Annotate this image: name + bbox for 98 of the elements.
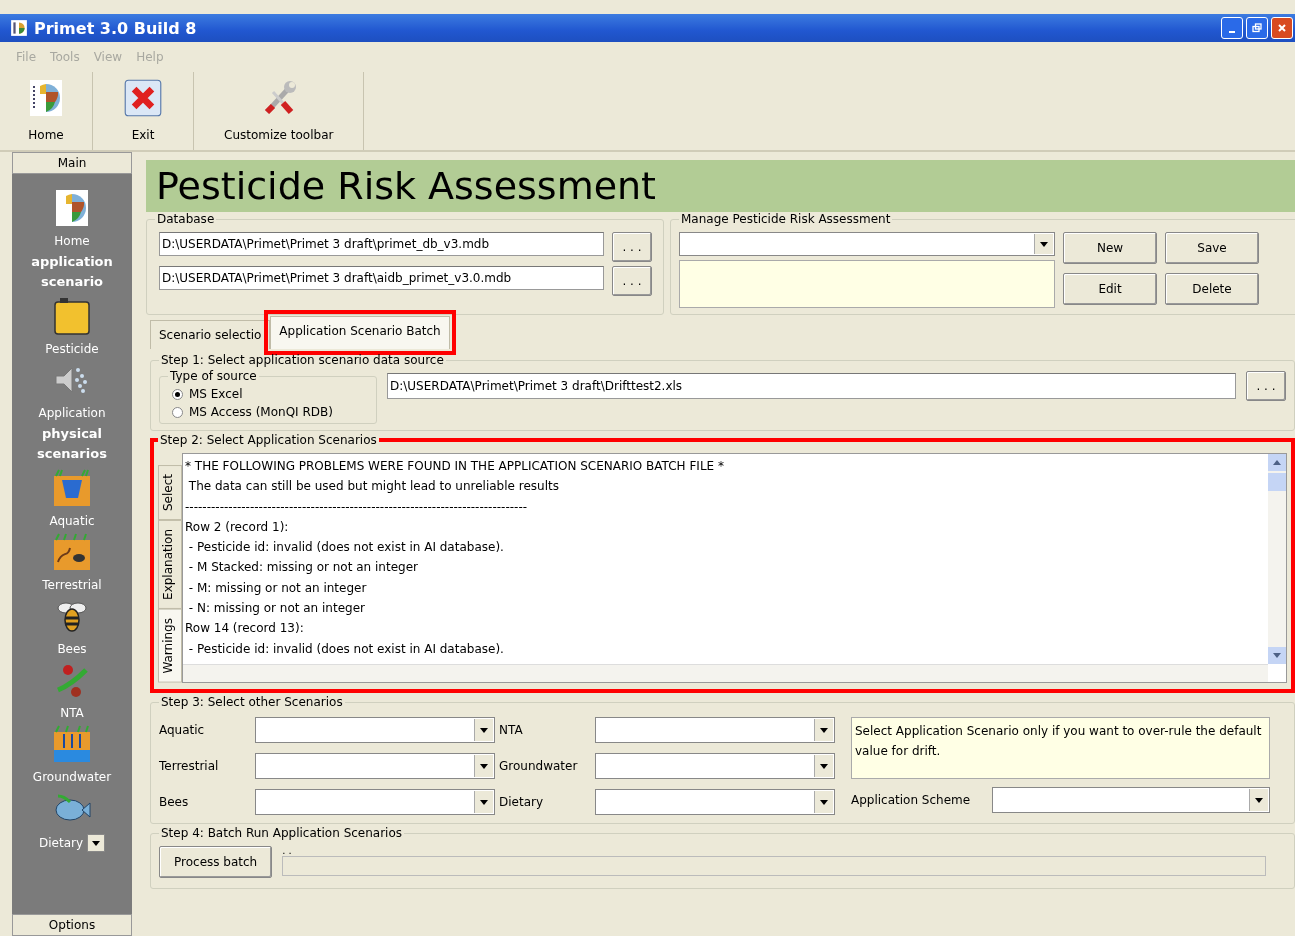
group-legend: Step 1: Select application scenario data source (159, 353, 446, 367)
caret-icon (480, 799, 488, 805)
browse-button[interactable]: . . . (612, 232, 652, 262)
scheme-dropdown[interactable] (992, 787, 1270, 813)
toolbar-button[interactable]: Home (0, 72, 93, 150)
field-label: Application Scheme (851, 793, 971, 807)
sidebar-item[interactable]: Dietary (38, 836, 84, 850)
group-legend: Step 3: Select other Scenarios (159, 695, 345, 709)
tab[interactable]: Scenario selectio (150, 320, 271, 349)
app-icon (10, 19, 28, 37)
log-line: Row 2 (record 1): (185, 518, 290, 536)
field-label: Aquatic (159, 723, 206, 737)
sidebar-item[interactable]: Aquatic (49, 514, 95, 528)
sidebar-footer[interactable]: Options (12, 914, 132, 936)
progress-caption: . . (282, 846, 293, 856)
field-label: Groundwater (499, 759, 579, 773)
scenario-dropdown[interactable] (595, 789, 835, 815)
log-line: - Pesticide id: invalid (does not exist in AI database). (187, 539, 505, 557)
field-label: Bees (159, 795, 190, 809)
window-title: Primet 3.0 Build 8 (34, 18, 198, 38)
close-button[interactable] (1271, 17, 1293, 39)
log-line: - M: missing or not an integer (187, 579, 368, 597)
sidebar-item[interactable]: Home (54, 234, 90, 248)
caret-icon (92, 840, 101, 846)
path-field[interactable]: D:\USERDATA\Primet\Primet 3 draft\primet_db_v3.mdb (159, 232, 604, 256)
minimize-button[interactable] (1221, 17, 1243, 39)
scroll-down-icon[interactable] (1268, 647, 1286, 664)
path-field[interactable]: D:\USERDATA\Primet\Primet 3 draft\aidb_primet_v3.0.mdb (159, 266, 604, 290)
dropdown-button[interactable] (87, 834, 106, 852)
radio-label: MS Excel (189, 387, 243, 401)
radio-button[interactable] (172, 406, 183, 418)
log-line: ------------------------------------------------------------------------------- (185, 498, 529, 516)
caret-icon (480, 763, 488, 769)
scenario-dropdown[interactable] (595, 717, 835, 743)
sidebar-item[interactable]: Groundwater (32, 770, 112, 784)
field-label: Terrestrial (159, 759, 220, 773)
log-line: - N: missing or not an integer (187, 600, 366, 618)
minimize-icon (1229, 31, 1235, 33)
sidebar-header[interactable]: Main (12, 152, 132, 174)
process-batch-button[interactable]: Process batch (159, 846, 273, 878)
vertical-scrollbar[interactable] (1268, 454, 1286, 664)
side-tab[interactable]: Select (158, 465, 182, 521)
side-tab[interactable]: Warnings (158, 609, 182, 683)
browse-button[interactable]: . . . (1246, 371, 1286, 401)
group-legend: Step 2: Select Application Scenarios (158, 433, 379, 447)
caret-icon (820, 727, 828, 733)
sidebar-heading: physical scenarios (36, 425, 108, 463)
action-button[interactable]: Save (1165, 232, 1259, 264)
sidebar-item[interactable]: NTA (60, 706, 84, 720)
log-line: The data can still be used but might lead to unreliable results (187, 478, 560, 496)
file-path-field[interactable]: D:\USERDATA\Primet\Primet 3 draft\Drifttest2.xls (387, 373, 1236, 399)
caret-icon (480, 727, 488, 733)
side-tab[interactable]: Explanation (158, 520, 182, 610)
close-icon (1277, 23, 1287, 33)
scenario-dropdown[interactable] (255, 753, 495, 779)
caret-icon (820, 763, 828, 769)
pond-icon[interactable] (52, 468, 92, 508)
horizontal-scrollbar[interactable] (183, 664, 1268, 682)
sidebar-heading: application scenario (30, 253, 114, 291)
page-title: Pesticide Risk Assessment (146, 160, 1295, 212)
canister-icon[interactable] (52, 296, 92, 336)
scroll-thumb[interactable] (1268, 473, 1286, 491)
scroll-up-icon[interactable] (1268, 454, 1286, 471)
log-line: * THE FOLLOWING PROBLEMS WERE FOUND IN THE APPLICATION SCENARIO BATCH FILE * (185, 458, 725, 475)
close-icon (123, 78, 163, 118)
log-line: Row 14 (record 13): (185, 620, 305, 638)
group-legend: Database (155, 212, 217, 226)
action-button[interactable]: Edit (1063, 273, 1157, 305)
sidebar-item[interactable]: Bees (57, 642, 87, 656)
field-label: NTA (499, 723, 524, 737)
toolbar-button[interactable]: Customize toolbar (194, 72, 365, 150)
group-legend: Step 4: Batch Run Application Scenarios (159, 826, 405, 840)
log-line: - Pesticide id: invalid (does not exist in AI database). (187, 640, 505, 658)
caret-icon (820, 799, 828, 805)
radio-label: MS Access (MonQI RDB) (189, 405, 333, 419)
action-button[interactable]: New (1063, 232, 1157, 264)
log-line: - M Stacked: missing or not an integer (187, 559, 419, 577)
groundwater-icon[interactable] (52, 724, 92, 764)
info-note: Select Application Scenario only if you want to over-rule the default value for drift. (851, 717, 1270, 779)
action-button[interactable]: Delete (1165, 273, 1259, 305)
group-legend: Type of source (168, 369, 259, 383)
field-label: Dietary (499, 795, 545, 809)
sidebar-item[interactable]: Application (38, 406, 106, 420)
scenario-dropdown[interactable] (595, 753, 835, 779)
sidebar-item[interactable]: Pesticide (45, 342, 99, 356)
caret-icon (1040, 241, 1048, 247)
scenario-dropdown[interactable] (255, 717, 495, 743)
caret-icon (1255, 797, 1263, 803)
restore-button[interactable] (1246, 17, 1268, 39)
toolbar-button[interactable]: Exit (93, 72, 194, 150)
group-legend: Manage Pesticide Risk Assessment (679, 212, 893, 226)
sidebar-item[interactable]: Terrestrial (42, 578, 102, 592)
soil-bug-icon[interactable] (52, 532, 92, 572)
restore-icon (1252, 23, 1262, 33)
radio-button[interactable] (172, 388, 183, 400)
scenario-dropdown[interactable] (255, 789, 495, 815)
assessment-dropdown[interactable] (679, 232, 1055, 256)
browse-button[interactable]: . . . (612, 266, 652, 296)
